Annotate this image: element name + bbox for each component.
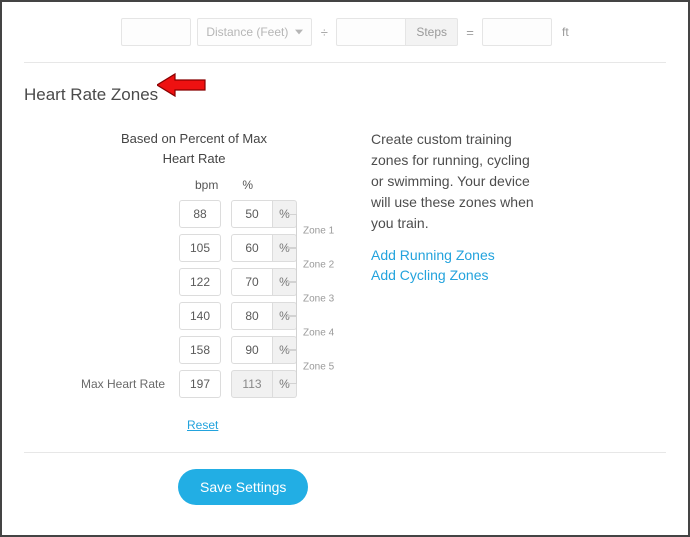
steps-unit: Steps — [406, 18, 458, 46]
zone-row: % — [79, 268, 359, 296]
pct-input[interactable] — [231, 336, 273, 364]
chevron-down-icon — [295, 28, 303, 36]
pct-unit: % — [273, 200, 297, 228]
max-bpm-input[interactable] — [179, 370, 221, 398]
distance-value-input[interactable] — [121, 18, 191, 46]
pct-input[interactable] — [231, 268, 273, 296]
formula-row: Distance (Feet) ÷ Steps = ft — [24, 14, 666, 63]
zone-row: % — [79, 336, 359, 364]
zone-row: % — [79, 234, 359, 262]
zone-column-headers: bpm % — [195, 178, 359, 192]
zone-row-max: Max Heart Rate % — [79, 370, 359, 398]
pct-unit: % — [273, 234, 297, 262]
reset-link[interactable]: Reset — [187, 418, 218, 432]
info-text: Create custom training zones for running… — [371, 129, 541, 234]
zone-row-label: Max Heart Rate — [79, 377, 165, 391]
max-pct-input — [231, 370, 273, 398]
footer: Save Settings — [24, 453, 666, 505]
annotation-arrow-icon — [157, 72, 207, 98]
distance-unit-label: Distance (Feet) — [206, 25, 288, 39]
section-title-heart-rate-zones: Heart Rate Zones — [24, 85, 158, 105]
operator-equals: = — [464, 25, 476, 40]
info-column: Create custom training zones for running… — [371, 129, 541, 285]
pct-unit: % — [273, 268, 297, 296]
bpm-input[interactable] — [179, 268, 221, 296]
pct-unit: % — [273, 370, 297, 398]
bpm-input[interactable] — [179, 234, 221, 262]
pct-unit: % — [273, 302, 297, 330]
zones-column: Based on Percent of Max Heart Rate bpm %… — [79, 129, 359, 432]
save-settings-button[interactable]: Save Settings — [178, 469, 308, 505]
distance-unit-select[interactable]: Distance (Feet) — [197, 18, 312, 46]
bpm-input[interactable] — [179, 336, 221, 364]
result-unit: ft — [562, 25, 569, 39]
add-running-zones-link[interactable]: Add Running Zones — [371, 246, 541, 266]
pct-input[interactable] — [231, 234, 273, 262]
col-header-pct: % — [242, 178, 253, 192]
steps-value-input[interactable] — [336, 18, 406, 46]
pct-input[interactable] — [231, 200, 273, 228]
add-cycling-zones-link[interactable]: Add Cycling Zones — [371, 266, 541, 286]
zone-brackets: Zone 1 Zone 2 Zone 3 Zone 4 Zone 5 — [287, 200, 343, 398]
based-on-label: Based on Percent of Max Heart Rate — [89, 129, 299, 168]
pct-unit: % — [273, 336, 297, 364]
col-header-bpm: bpm — [195, 178, 218, 192]
zone-row: % — [79, 302, 359, 330]
operator-divide: ÷ — [318, 25, 330, 40]
bpm-input[interactable] — [179, 200, 221, 228]
bpm-input[interactable] — [179, 302, 221, 330]
zone-row: % — [79, 200, 359, 228]
result-value-input[interactable] — [482, 18, 552, 46]
pct-input[interactable] — [231, 302, 273, 330]
